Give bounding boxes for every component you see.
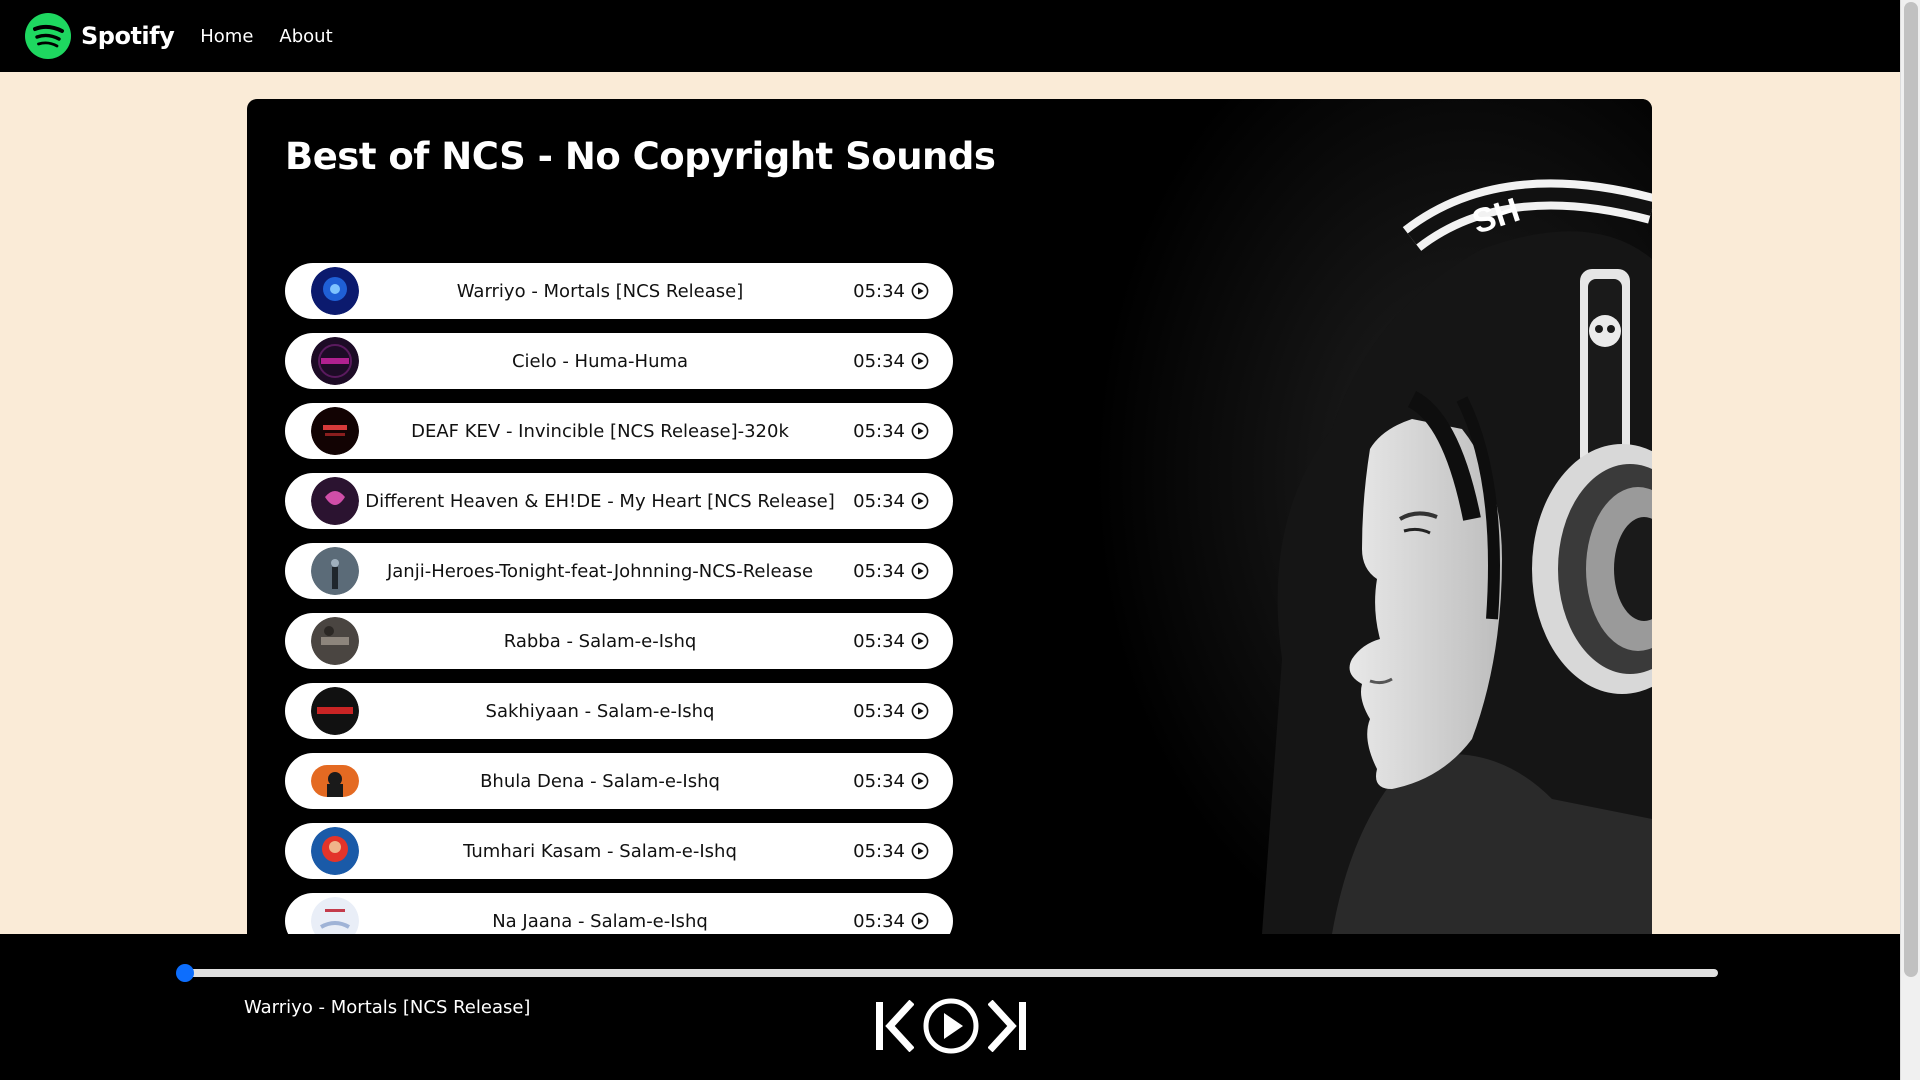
song-title: Janji-Heroes-Tonight-feat-Johnning-NCS-R…: [386, 560, 814, 582]
song-list: Warriyo - Mortals [NCS Release] 05:34 Ci…: [285, 263, 955, 934]
spotify-logo-link[interactable]: Spotify: [25, 13, 175, 59]
progress-thumb[interactable]: [176, 964, 194, 982]
now-playing-title: Warriyo - Mortals [NCS Release]: [244, 997, 531, 1018]
song-title: Rabba - Salam-e-Ishq: [503, 630, 697, 652]
play-icon[interactable]: [911, 282, 929, 300]
play-icon[interactable]: [911, 842, 929, 860]
song-title: DEAF KEV - Invincible [NCS Release]-320k: [411, 420, 789, 442]
song-item[interactable]: Tumhari Kasam - Salam-e-Ishq 05:34: [285, 823, 953, 879]
previous-icon[interactable]: [876, 1000, 914, 1052]
play-icon[interactable]: [911, 562, 929, 580]
song-item[interactable]: Bhula Dena - Salam-e-Ishq 05:34: [285, 753, 953, 809]
playlist-container: SH Best of NCS - No Copyright Sounds War…: [247, 99, 1652, 934]
album-cover-image: [311, 407, 359, 455]
song-duration: 05:34: [853, 350, 905, 372]
song-title: Bhula Dena - Salam-e-Ishq: [480, 770, 720, 792]
brand-name: Spotify: [81, 22, 175, 50]
song-item[interactable]: Janji-Heroes-Tonight-feat-Johnning-NCS-R…: [285, 543, 953, 599]
page-scrollbar[interactable]: [1900, 0, 1920, 1080]
song-duration: 05:34: [853, 560, 905, 582]
song-item[interactable]: Different Heaven & EH!DE - My Heart [NCS…: [285, 473, 953, 529]
progress-slider[interactable]: [176, 964, 1718, 982]
spotify-logo-icon: [25, 13, 71, 59]
play-icon[interactable]: [911, 772, 929, 790]
song-item[interactable]: Na Jaana - Salam-e-Ishq 05:34: [285, 893, 953, 934]
play-circle-icon[interactable]: [922, 997, 980, 1055]
bottom-player-bar: Warriyo - Mortals [NCS Release]: [0, 934, 1900, 1080]
album-cover-image: [311, 687, 359, 735]
song-title: Different Heaven & EH!DE - My Heart [NCS…: [365, 490, 835, 512]
play-icon[interactable]: [911, 422, 929, 440]
song-title: Sakhiyaan - Salam-e-Ishq: [485, 700, 715, 722]
album-cover-image: [311, 267, 359, 315]
song-item[interactable]: Cielo - Huma-Huma 05:34: [285, 333, 953, 389]
play-icon[interactable]: [911, 912, 929, 930]
song-title: Tumhari Kasam - Salam-e-Ishq: [463, 840, 737, 862]
song-item[interactable]: DEAF KEV - Invincible [NCS Release]-320k…: [285, 403, 953, 459]
scrollbar-thumb[interactable]: [1904, 2, 1918, 977]
album-cover-image: [311, 617, 359, 665]
album-cover-image: [311, 897, 359, 934]
album-cover-image: [311, 477, 359, 525]
album-cover-image: [311, 547, 359, 595]
song-duration: 05:34: [853, 910, 905, 932]
album-cover-image: [311, 765, 359, 797]
song-item[interactable]: Rabba - Salam-e-Ishq 05:34: [285, 613, 953, 669]
play-icon[interactable]: [911, 702, 929, 720]
playback-controls: [876, 997, 1026, 1055]
nav-link-about[interactable]: About: [279, 26, 332, 47]
top-navbar: Spotify Home About: [0, 0, 1900, 72]
song-title: Cielo - Huma-Huma: [511, 350, 689, 372]
song-item[interactable]: Warriyo - Mortals [NCS Release] 05:34: [285, 263, 953, 319]
song-duration: 05:34: [853, 490, 905, 512]
song-duration: 05:34: [853, 420, 905, 442]
album-cover-image: [311, 827, 359, 875]
play-icon[interactable]: [911, 632, 929, 650]
song-duration: 05:34: [853, 770, 905, 792]
song-duration: 05:34: [853, 630, 905, 652]
playlist-title: Best of NCS - No Copyright Sounds: [285, 135, 996, 178]
play-icon[interactable]: [911, 492, 929, 510]
album-cover-image: [311, 337, 359, 385]
song-item[interactable]: Sakhiyaan - Salam-e-Ishq 05:34: [285, 683, 953, 739]
song-title: Warriyo - Mortals [NCS Release]: [456, 280, 744, 302]
play-icon[interactable]: [911, 352, 929, 370]
song-duration: 05:34: [853, 280, 905, 302]
song-duration: 05:34: [853, 700, 905, 722]
next-icon[interactable]: [988, 1000, 1026, 1052]
song-title: Na Jaana - Salam-e-Ishq: [492, 910, 708, 932]
song-duration: 05:34: [853, 840, 905, 862]
headphones-hero-image: SH: [1032, 99, 1652, 934]
nav-link-home[interactable]: Home: [200, 26, 253, 47]
